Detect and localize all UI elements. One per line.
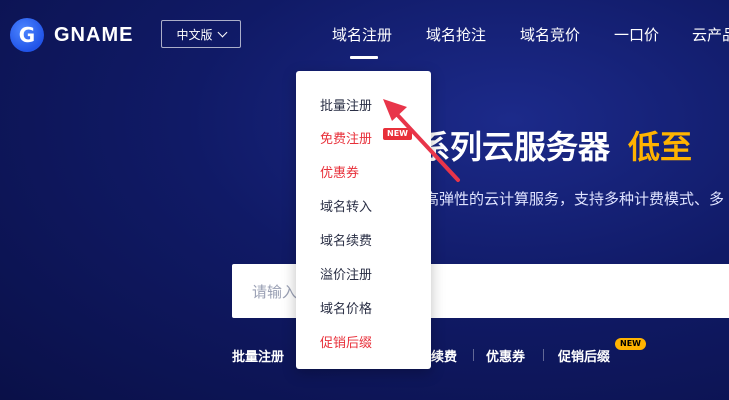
language-selector[interactable]: 中文版 xyxy=(161,20,241,48)
language-label: 中文版 xyxy=(176,27,213,42)
dropdown-item-domain-transfer[interactable]: 域名转入 xyxy=(320,196,372,215)
nav-item-domain-auction[interactable]: 域名竞价 xyxy=(520,24,580,45)
new-badge: NEW xyxy=(383,128,412,140)
dropdown-item-premium-register[interactable]: 溢价注册 xyxy=(320,264,372,283)
domain-register-dropdown: 批量注册 免费注册 NEW 优惠券 域名转入 域名续费 溢价注册 域名价格 促销… xyxy=(296,71,431,369)
dropdown-item-coupons[interactable]: 优惠券 xyxy=(320,162,359,181)
nav-item-domain-backorder[interactable]: 域名抢注 xyxy=(426,24,486,45)
quick-link-promo-suffix[interactable]: 促销后缀 xyxy=(558,346,610,365)
dropdown-item-promo-suffix[interactable]: 促销后缀 xyxy=(320,332,372,351)
hero-title: 系列云服务器 低至 xyxy=(418,122,692,168)
nav-item-domain-register[interactable]: 域名注册 xyxy=(332,24,392,45)
active-nav-indicator xyxy=(350,56,378,59)
nav-item-buy-now[interactable]: 一口价 xyxy=(614,24,659,45)
dropdown-item-free-register[interactable]: 免费注册 xyxy=(320,128,372,147)
brand-logo[interactable]: G GNAME xyxy=(10,18,133,52)
chevron-down-icon xyxy=(217,27,227,38)
quick-link-coupons[interactable]: 优惠券 xyxy=(486,346,525,365)
dropdown-item-bulk-register[interactable]: 批量注册 xyxy=(320,95,372,114)
gname-logo-icon: G xyxy=(10,18,44,52)
dropdown-item-domain-renewal[interactable]: 域名续费 xyxy=(320,230,372,249)
dropdown-item-domain-pricing[interactable]: 域名价格 xyxy=(320,298,372,317)
nav-item-cloud-products[interactable]: 云产品 xyxy=(692,24,729,45)
brand-name: GNAME xyxy=(54,23,134,46)
quick-link-bulk-register[interactable]: 批量注册 xyxy=(232,346,284,365)
hero-subtitle: 高弹性的云计算服务，支持多种计费模式、多 xyxy=(424,190,725,208)
hero-title-highlight: 低至 xyxy=(628,128,693,166)
quick-link-divider xyxy=(473,349,474,361)
quick-link-renewal[interactable]: 续费 xyxy=(431,346,457,365)
quick-link-divider xyxy=(543,349,544,361)
top-navigation-bar: G GNAME 中文版 域名注册 域名抢注 域名竞价 一口价 云产品 xyxy=(0,0,729,70)
hero-title-text: 系列云服务器 xyxy=(418,128,611,166)
new-badge: NEW xyxy=(615,338,646,350)
search-input[interactable]: 请输入 xyxy=(252,281,297,302)
